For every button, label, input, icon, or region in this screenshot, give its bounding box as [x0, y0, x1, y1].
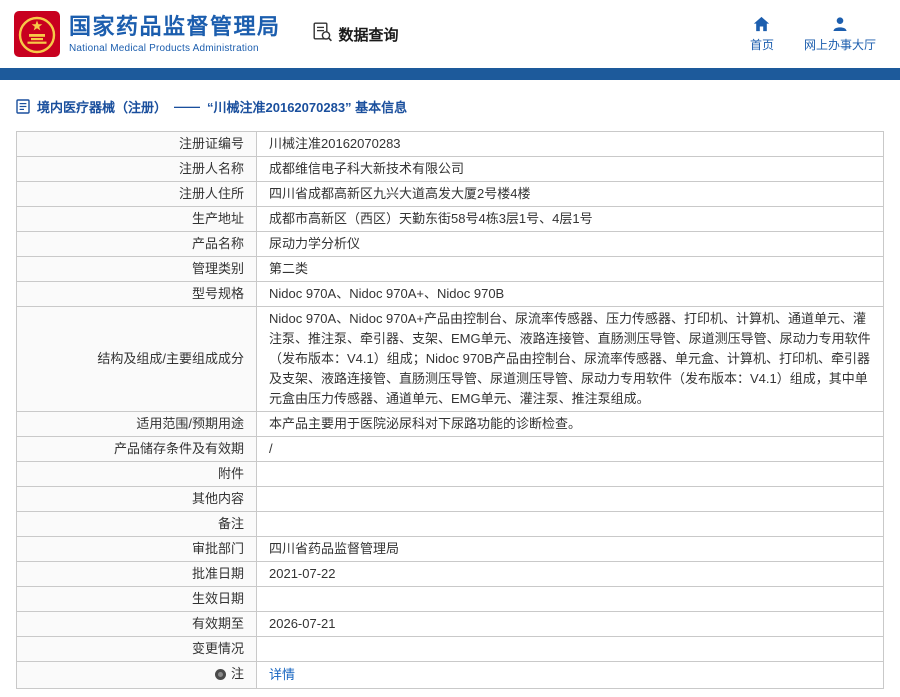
row-value: [257, 512, 884, 537]
brand-link[interactable]: 国家药品监督管理局 National Medical Products Admi…: [14, 11, 281, 57]
row-value: 详情: [257, 662, 884, 689]
row-value: 四川省药品监督管理局: [257, 537, 884, 562]
row-value: 本产品主要用于医院泌尿科对下尿路功能的诊断检查。: [257, 412, 884, 437]
table-row: 其他内容: [17, 487, 884, 512]
table-row: 适用范围/预期用途 本产品主要用于医院泌尿科对下尿路功能的诊断检查。: [17, 412, 884, 437]
table-row: 变更情况: [17, 637, 884, 662]
row-label: 有效期至: [17, 612, 257, 637]
user-icon: [832, 16, 848, 32]
row-label: 注: [17, 662, 257, 689]
row-label: 其他内容: [17, 487, 257, 512]
table-row: 管理类别 第二类: [17, 257, 884, 282]
row-value: [257, 637, 884, 662]
table-row: 注 详情: [17, 662, 884, 689]
org-name-en: National Medical Products Administration: [69, 43, 281, 54]
row-label: 适用范围/预期用途: [17, 412, 257, 437]
row-value: 尿动力学分析仪: [257, 232, 884, 257]
note-icon: [215, 669, 226, 680]
row-label: 产品储存条件及有效期: [17, 437, 257, 462]
breadcrumb-category: 境内医疗器械（注册）: [37, 97, 167, 116]
row-label: 附件: [17, 462, 257, 487]
row-value: 四川省成都高新区九兴大道高发大厦2号楼4楼: [257, 182, 884, 207]
row-label: 审批部门: [17, 537, 257, 562]
table-row: 批准日期 2021-07-22: [17, 562, 884, 587]
table-row: 审批部门 四川省药品监督管理局: [17, 537, 884, 562]
header: 国家药品监督管理局 National Medical Products Admi…: [0, 0, 900, 68]
row-label: 产品名称: [17, 232, 257, 257]
detail-link[interactable]: 详情: [269, 667, 295, 682]
nav-home-label: 首页: [750, 36, 774, 53]
national-emblem-logo: [14, 11, 60, 57]
data-query-label: 数据查询: [339, 24, 399, 45]
table-row: 备注: [17, 512, 884, 537]
home-icon: [753, 16, 770, 32]
breadcrumb-title: “川械注准20162070283” 基本信息: [207, 97, 407, 116]
row-value: Nidoc 970A、Nidoc 970A+、Nidoc 970B: [257, 282, 884, 307]
row-value: [257, 462, 884, 487]
org-name-cn: 国家药品监督管理局: [69, 14, 281, 39]
table-row: 有效期至 2026-07-21: [17, 612, 884, 637]
note-label: 注: [231, 664, 244, 684]
row-value: 川械注准20162070283: [257, 132, 884, 157]
table-row: 注册证编号 川械注准20162070283: [17, 132, 884, 157]
breadcrumb: 境内医疗器械（注册） —— “川械注准20162070283” 基本信息: [16, 97, 884, 116]
table-row: 生效日期: [17, 587, 884, 612]
row-value: [257, 487, 884, 512]
table-row: 型号规格 Nidoc 970A、Nidoc 970A+、Nidoc 970B: [17, 282, 884, 307]
row-label: 管理类别: [17, 257, 257, 282]
org-names: 国家药品监督管理局 National Medical Products Admi…: [69, 14, 281, 53]
row-label: 备注: [17, 512, 257, 537]
breadcrumb-separator: ——: [174, 99, 200, 114]
row-label: 变更情况: [17, 637, 257, 662]
row-value: [257, 587, 884, 612]
row-value: 成都市高新区（西区）天勤东街58号4栋3层1号、4层1号: [257, 207, 884, 232]
nav-home[interactable]: 首页: [750, 16, 774, 53]
table-row: 附件: [17, 462, 884, 487]
row-label: 注册人名称: [17, 157, 257, 182]
row-label: 批准日期: [17, 562, 257, 587]
table-row: 产品储存条件及有效期 /: [17, 437, 884, 462]
row-label: 生效日期: [17, 587, 257, 612]
row-value: 2021-07-22: [257, 562, 884, 587]
data-query-icon: [313, 22, 333, 46]
row-label: 生产地址: [17, 207, 257, 232]
nav-service-hall-label: 网上办事大厅: [804, 36, 876, 53]
table-row: 生产地址 成都市高新区（西区）天勤东街58号4栋3层1号、4层1号: [17, 207, 884, 232]
row-value: /: [257, 437, 884, 462]
row-label: 型号规格: [17, 282, 257, 307]
header-divider-bar: [0, 68, 900, 80]
table-row: 产品名称 尿动力学分析仪: [17, 232, 884, 257]
row-label: 注册证编号: [17, 132, 257, 157]
header-nav: 首页 网上办事大厅: [750, 16, 876, 53]
row-label: 注册人住所: [17, 182, 257, 207]
main-content: 境内医疗器械（注册） —— “川械注准20162070283” 基本信息 注册证…: [0, 80, 900, 697]
row-label: 结构及组成/主要组成成分: [17, 307, 257, 412]
document-icon: [16, 99, 30, 114]
table-row: 注册人名称 成都维信电子科大新技术有限公司: [17, 157, 884, 182]
row-value: 第二类: [257, 257, 884, 282]
table-row: 注册人住所 四川省成都高新区九兴大道高发大厦2号楼4楼: [17, 182, 884, 207]
row-value: Nidoc 970A、Nidoc 970A+产品由控制台、尿流率传感器、压力传感…: [257, 307, 884, 412]
registration-info-table: 注册证编号 川械注准20162070283 注册人名称 成都维信电子科大新技术有…: [16, 131, 884, 689]
nav-service-hall[interactable]: 网上办事大厅: [804, 16, 876, 53]
table-row: 结构及组成/主要组成成分 Nidoc 970A、Nidoc 970A+产品由控制…: [17, 307, 884, 412]
row-value: 2026-07-21: [257, 612, 884, 637]
nav-data-query[interactable]: 数据查询: [313, 22, 399, 46]
row-value: 成都维信电子科大新技术有限公司: [257, 157, 884, 182]
